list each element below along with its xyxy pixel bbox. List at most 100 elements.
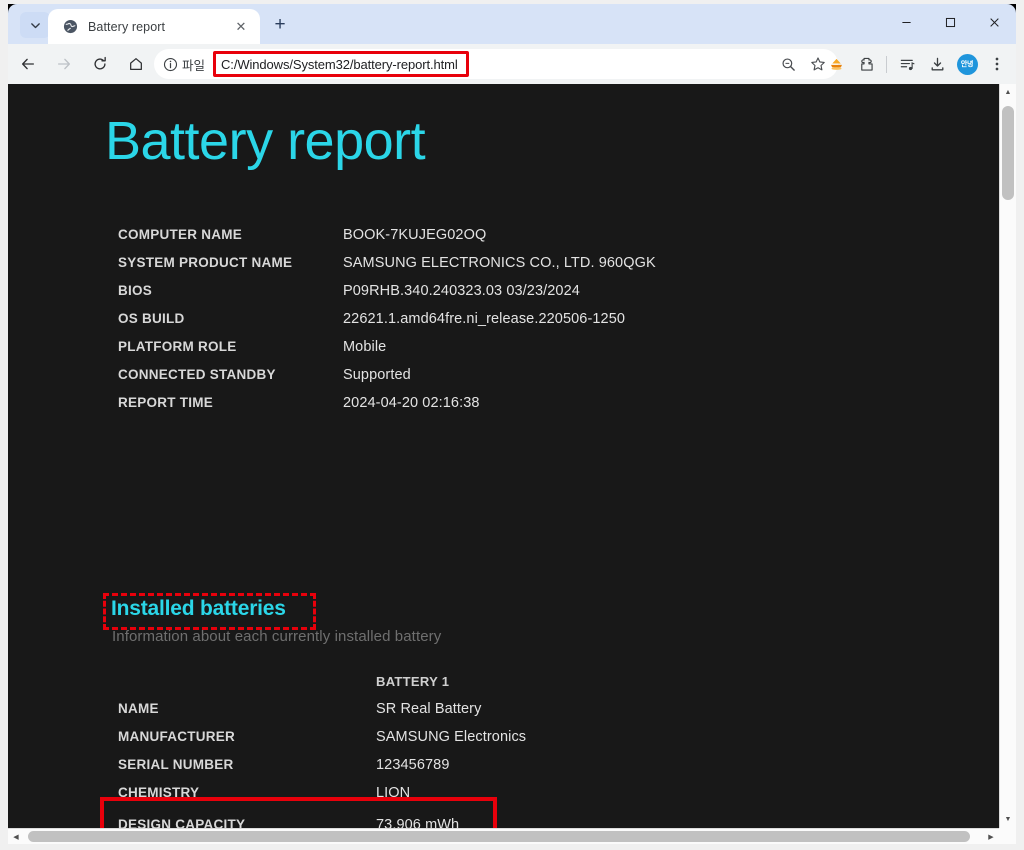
- row-label: BIOS: [118, 283, 153, 298]
- window-bottom-edge: [0, 844, 1024, 850]
- reload-button[interactable]: [84, 48, 116, 80]
- forward-button[interactable]: [48, 48, 80, 80]
- close-button[interactable]: [972, 4, 1016, 40]
- row-value: Supported: [343, 367, 411, 383]
- orange-extension-icon: [828, 56, 845, 73]
- row-label: DESIGN CAPACITY: [118, 817, 246, 828]
- system-info-table: COMPUTER NAME BOOK-7KUJEG02OQ SYSTEM PRO…: [118, 221, 656, 417]
- maximize-button[interactable]: [928, 4, 972, 40]
- row-value: Mobile: [343, 339, 387, 355]
- battery-column-header: BATTERY 1: [376, 674, 450, 689]
- back-arrow-icon: [20, 56, 36, 72]
- three-dot-menu-icon: [989, 56, 1005, 72]
- vertical-scrollbar-thumb[interactable]: [1002, 106, 1014, 200]
- row-label: PLATFORM ROLE: [118, 339, 237, 354]
- window-right-edge: [1016, 0, 1024, 850]
- row-value: BOOK-7KUJEG02OQ: [343, 227, 487, 243]
- info-circle-icon: [163, 57, 178, 72]
- reading-list-icon: [899, 56, 916, 73]
- window-controls: [884, 4, 1016, 40]
- table-row: PLATFORM ROLE Mobile: [118, 333, 656, 361]
- installed-batteries-heading: Installed batteries: [111, 597, 286, 620]
- table-row: COMPUTER NAME BOOK-7KUJEG02OQ: [118, 221, 656, 249]
- row-label: MANUFACTURER: [118, 729, 235, 744]
- url-text: C:/Windows/System32/battery-report.html: [221, 56, 458, 72]
- row-label: SERIAL NUMBER: [118, 757, 234, 772]
- puzzle-piece-icon: [858, 56, 875, 73]
- page-viewport: Battery report COMPUTER NAME BOOK-7KUJEG…: [8, 84, 1016, 828]
- reload-icon: [92, 56, 108, 72]
- installed-batteries-table: BATTERY 1 NAME SR Real Battery MANUFACTU…: [118, 669, 526, 828]
- row-label: CHEMISTRY: [118, 785, 200, 800]
- row-value: 123456789: [376, 757, 450, 773]
- table-row: OS BUILD 22621.1.amd64fre.ni_release.220…: [118, 305, 656, 333]
- search-zoom-icon: [781, 57, 796, 72]
- scroll-up-button[interactable]: ▲: [1000, 84, 1016, 101]
- row-label: OS BUILD: [118, 311, 185, 326]
- vertical-scrollbar[interactable]: ▲ ▼: [999, 84, 1016, 828]
- toolbar-divider: [886, 55, 887, 73]
- url-highlight-annotation: C:/Windows/System32/battery-report.html: [213, 51, 470, 77]
- table-row: SERIAL NUMBER 123456789: [118, 751, 526, 779]
- row-value: SAMSUNG ELECTRONICS CO., LTD. 960QGK: [343, 255, 656, 271]
- tab-close-button[interactable]: ✕: [232, 18, 250, 36]
- download-icon: [929, 56, 946, 73]
- horizontal-scrollbar-thumb[interactable]: [28, 831, 970, 842]
- back-button[interactable]: [12, 48, 44, 80]
- profile-button[interactable]: 안녕: [952, 48, 982, 80]
- battery-report-document: Battery report COMPUTER NAME BOOK-7KUJEG…: [8, 84, 998, 828]
- chevron-down-icon: [30, 20, 41, 31]
- orange-extension-button[interactable]: [821, 48, 851, 80]
- table-row: CONNECTED STANDBY Supported: [118, 361, 656, 389]
- scroll-down-button[interactable]: ▼: [1000, 811, 1016, 828]
- scrollbar-corner: [999, 828, 1016, 844]
- row-value: 22621.1.amd64fre.ni_release.220506-1250: [343, 311, 626, 327]
- downloads-button[interactable]: [922, 48, 952, 80]
- site-info-button[interactable]: 파일: [159, 53, 209, 76]
- scroll-right-button[interactable]: ▶: [983, 829, 999, 844]
- row-value: P09RHB.340.240323.03 03/23/2024: [343, 283, 580, 299]
- table-row: MANUFACTURER SAMSUNG Electronics: [118, 723, 526, 751]
- scroll-left-button[interactable]: ◀: [8, 829, 24, 844]
- horizontal-scrollbar[interactable]: ◀ ▶: [8, 828, 1016, 844]
- new-tab-button[interactable]: +: [266, 11, 294, 39]
- minimize-button[interactable]: [884, 4, 928, 40]
- table-row: DESIGN CAPACITY 73,906 mWh: [118, 807, 526, 828]
- window-left-edge: [0, 0, 8, 850]
- table-row: NAME SR Real Battery: [118, 695, 526, 723]
- row-value: SR Real Battery: [376, 701, 482, 717]
- browser-toolbar: 파일 C:/Windows/System32/battery-report.ht…: [8, 44, 1016, 84]
- browser-tab[interactable]: Battery report ✕: [48, 9, 260, 44]
- row-label: COMPUTER NAME: [118, 227, 242, 242]
- page-title: Battery report: [105, 111, 426, 171]
- chrome-menu-button[interactable]: [982, 48, 1012, 80]
- tab-strip: Battery report ✕ +: [8, 4, 1016, 44]
- row-value: LION: [376, 785, 411, 801]
- home-icon: [128, 56, 144, 72]
- address-bar[interactable]: 파일 C:/Windows/System32/battery-report.ht…: [154, 49, 838, 79]
- table-row: REPORT TIME 2024-04-20 02:16:38: [118, 389, 656, 417]
- home-button[interactable]: [120, 48, 152, 80]
- extensions-button[interactable]: [851, 48, 881, 80]
- tab-search-button[interactable]: [20, 12, 50, 38]
- table-header-row: BATTERY 1: [118, 669, 526, 695]
- forward-arrow-icon: [56, 56, 72, 72]
- avatar: 안녕: [956, 53, 978, 75]
- installed-batteries-subtitle: Information about each currently install…: [112, 628, 442, 645]
- reading-list-button[interactable]: [892, 48, 922, 80]
- row-label: SYSTEM PRODUCT NAME: [118, 255, 293, 270]
- toolbar-right-actions: 안녕: [821, 48, 1012, 80]
- table-row: CHEMISTRY LION: [118, 779, 526, 807]
- browser-window: Battery report ✕ + 파일 C:/Windows/System3…: [0, 0, 1024, 850]
- zoom-button[interactable]: [774, 50, 802, 78]
- row-value: SAMSUNG Electronics: [376, 729, 527, 745]
- globe-icon: [62, 18, 79, 35]
- row-value: 73,906 mWh: [376, 817, 460, 828]
- table-row: BIOS P09RHB.340.240323.03 03/23/2024: [118, 277, 656, 305]
- table-row: SYSTEM PRODUCT NAME SAMSUNG ELECTRONICS …: [118, 249, 656, 277]
- row-label: NAME: [118, 701, 159, 716]
- site-info-label: 파일: [182, 58, 206, 73]
- tab-title: Battery report: [88, 19, 166, 34]
- row-label: REPORT TIME: [118, 395, 214, 410]
- row-label: CONNECTED STANDBY: [118, 367, 276, 382]
